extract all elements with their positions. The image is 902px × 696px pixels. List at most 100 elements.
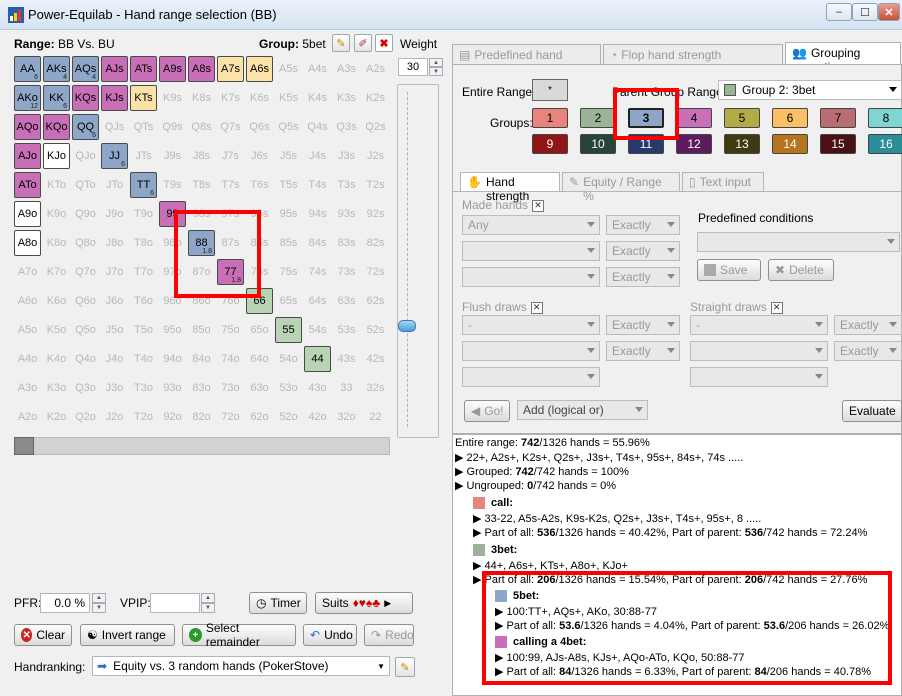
hand-cell[interactable]: 54s	[304, 317, 331, 343]
hand-cell[interactable]: J9s	[159, 143, 186, 169]
hand-cell[interactable]: Q5o	[72, 317, 99, 343]
up-arrow-icon[interactable]: ▲	[92, 593, 106, 603]
group-button-15[interactable]: 15	[820, 134, 856, 154]
group-button-12[interactable]: 12	[676, 134, 712, 154]
group-button-1[interactable]: 1	[532, 108, 568, 128]
made-hands-select-2[interactable]	[462, 241, 600, 261]
undo-button[interactable]: ↶ Undo	[303, 624, 357, 646]
vpip-input[interactable]	[150, 593, 200, 613]
hand-cell[interactable]: K9s	[159, 85, 186, 111]
weight-slider[interactable]	[397, 84, 439, 438]
timer-button[interactable]: ◷ Timer	[249, 592, 307, 614]
hand-cell[interactable]: A6s	[246, 56, 273, 82]
hand-cell[interactable]: 99	[159, 201, 186, 227]
hand-cell[interactable]: 73s	[333, 259, 360, 285]
group-button-7[interactable]: 7	[820, 108, 856, 128]
hand-cell[interactable]: K3s	[333, 85, 360, 111]
down-arrow-icon[interactable]: ▼	[92, 603, 106, 613]
made-exactly-1[interactable]: Exactly	[606, 215, 680, 235]
group-button-14[interactable]: 14	[772, 134, 808, 154]
hand-cell[interactable]: ATo	[14, 172, 41, 198]
go-button[interactable]: ◀ Go!	[464, 400, 510, 422]
hand-cell[interactable]: 72o	[217, 404, 244, 430]
hand-cell[interactable]: 62s	[362, 288, 389, 314]
group-button-4[interactable]: 4	[676, 108, 712, 128]
horizontal-slider[interactable]	[14, 437, 390, 455]
hand-cell[interactable]: 93o	[159, 375, 186, 401]
subtab-equity[interactable]: ✎ Equity / Range %	[562, 172, 680, 203]
hand-cell[interactable]: 82s	[362, 230, 389, 256]
straight-select-1[interactable]: -	[690, 315, 828, 335]
group-button-16[interactable]: 16	[868, 134, 902, 154]
minimize-button[interactable]: –	[826, 3, 852, 21]
down-arrow-icon[interactable]: ▼	[429, 67, 443, 76]
hand-cell[interactable]: T3o	[130, 375, 157, 401]
close-window-button[interactable]: ✕	[878, 3, 900, 21]
hand-cell[interactable]: J2o	[101, 404, 128, 430]
hand-cell[interactable]: AQo	[14, 114, 41, 140]
hand-cell[interactable]: 94o	[159, 346, 186, 372]
hand-cell[interactable]: J4o	[101, 346, 128, 372]
straight-exactly-2[interactable]: Exactly	[834, 341, 902, 361]
hand-cell[interactable]: AKs 4	[43, 56, 70, 82]
hand-cell[interactable]: K4o	[43, 346, 70, 372]
entire-range-button[interactable]: *	[532, 79, 568, 101]
hand-cell[interactable]: 65s	[275, 288, 302, 314]
ungrouped-item[interactable]: ▶ Ungrouped: 0/742 hands = 0%	[455, 479, 616, 492]
hand-cell[interactable]: K8o	[43, 230, 70, 256]
hand-cell[interactable]: Q3o	[72, 375, 99, 401]
hand-cell[interactable]: 96o	[159, 288, 186, 314]
hand-cell[interactable]: Q5s	[275, 114, 302, 140]
handranking-select[interactable]: ➡ Equity vs. 3 random hands (PokerStove) ▼	[92, 656, 390, 676]
hand-cell[interactable]: T5o	[130, 317, 157, 343]
hand-cell[interactable]: T2s	[362, 172, 389, 198]
hand-cell[interactable]: KJo	[43, 143, 70, 169]
hand-cell[interactable]: 82o	[188, 404, 215, 430]
hand-cell[interactable]: AKo 12	[14, 85, 41, 111]
hand-cell[interactable]: TT 6	[130, 172, 157, 198]
hand-cell[interactable]: 55	[275, 317, 302, 343]
hand-cell[interactable]: 74o	[217, 346, 244, 372]
hand-cell[interactable]: A8s	[188, 56, 215, 82]
hand-cell[interactable]: 63s	[333, 288, 360, 314]
hand-cell[interactable]: Q8o	[72, 230, 99, 256]
hand-cell[interactable]: A2o	[14, 404, 41, 430]
hand-cell[interactable]: J5s	[275, 143, 302, 169]
group-button-6[interactable]: 6	[772, 108, 808, 128]
hand-cell[interactable]: 72s	[362, 259, 389, 285]
hand-cell[interactable]: K5o	[43, 317, 70, 343]
hand-cell[interactable]: 43s	[333, 346, 360, 372]
hand-cell[interactable]: KK 6	[43, 85, 70, 111]
hand-cell[interactable]: 83o	[188, 375, 215, 401]
hand-cell[interactable]: Q6s	[246, 114, 273, 140]
hand-cell[interactable]: 88 1.8	[188, 230, 215, 256]
up-arrow-icon[interactable]: ▲	[201, 593, 215, 603]
hand-cell[interactable]: 63o	[246, 375, 273, 401]
group-3bet-range[interactable]: ▶ 44+, A6s+, KTs+, A8o+, KJo+	[473, 559, 628, 572]
straight-exactly-1[interactable]: Exactly	[834, 315, 902, 335]
hand-cell[interactable]: 52o	[275, 404, 302, 430]
hand-cell[interactable]: J2s	[362, 143, 389, 169]
hand-cell[interactable]: 76s	[246, 259, 273, 285]
hand-cell[interactable]: T7s	[217, 172, 244, 198]
maximize-button[interactable]: ☐	[852, 3, 878, 21]
hand-cell[interactable]: A7o	[14, 259, 41, 285]
hand-cell[interactable]: T9o	[130, 201, 157, 227]
grouped-item[interactable]: ▶ Grouped: 742/742 hands = 100%	[455, 465, 629, 478]
hand-cell[interactable]: K9o	[43, 201, 70, 227]
group-button-9[interactable]: 9	[532, 134, 568, 154]
hand-cell[interactable]: T4o	[130, 346, 157, 372]
hand-cell[interactable]: 84o	[188, 346, 215, 372]
save-button[interactable]: Save	[697, 259, 761, 281]
hand-cell[interactable]: 86s	[246, 230, 273, 256]
hand-cell[interactable]: Q4s	[304, 114, 331, 140]
hand-cell[interactable]: KTo	[43, 172, 70, 198]
hand-cell[interactable]: 66	[246, 288, 273, 314]
hand-cell[interactable]: 62o	[246, 404, 273, 430]
down-arrow-icon[interactable]: ▼	[201, 603, 215, 613]
hand-cell[interactable]: 74s	[304, 259, 331, 285]
hand-cell[interactable]: 73o	[217, 375, 244, 401]
hand-cell[interactable]: JTs	[130, 143, 157, 169]
hand-cell[interactable]: K8s	[188, 85, 215, 111]
hand-cell[interactable]: 98s	[188, 201, 215, 227]
